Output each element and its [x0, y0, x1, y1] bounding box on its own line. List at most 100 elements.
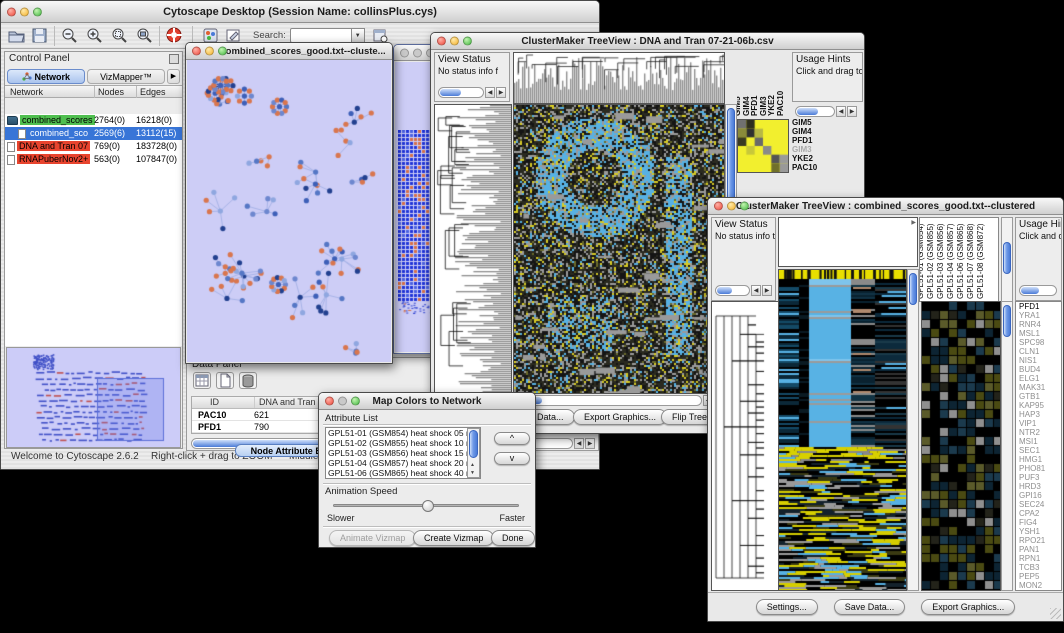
tv2-labels-vscrollbar[interactable] — [1001, 217, 1013, 302]
close-button[interactable] — [400, 48, 409, 57]
tv2-row-dendrogram[interactable] — [711, 301, 779, 591]
tab-overflow-button[interactable]: ▶ — [167, 69, 180, 84]
column-label[interactable]: GPL51-07 (GSM868) — [966, 223, 975, 299]
gene-label[interactable]: MSI1 — [1019, 437, 1061, 446]
col-network[interactable]: Network — [10, 86, 43, 98]
tv2-usage-scrollbar[interactable] — [1019, 285, 1057, 296]
attribute-item[interactable]: GPL51-02 (GSM855) heat shock 10 min — [326, 438, 480, 448]
export-graphics-button[interactable]: Export Graphics... — [573, 409, 667, 425]
tv2-heatmap-vscrollbar[interactable] — [907, 269, 919, 591]
search-dropdown-button[interactable]: ▼ — [352, 28, 365, 43]
save-data-button[interactable]: Save Data... — [834, 599, 906, 615]
resize-grip[interactable] — [1050, 608, 1061, 619]
gene-label[interactable]: YRA1 — [1019, 311, 1061, 320]
gene-label[interactable]: MSL1 — [1019, 329, 1061, 338]
zoom-fit-button[interactable] — [135, 26, 154, 45]
network-table-row[interactable]: combined_scores2764(0)16218(0) — [5, 114, 182, 127]
column-label[interactable]: GPL51-06 (GSM865) — [956, 223, 965, 299]
gene-label[interactable]: GIM3 — [792, 145, 836, 154]
gene-label[interactable]: GTB1 — [1019, 392, 1061, 401]
gene-label[interactable]: HMG1 — [1019, 455, 1061, 464]
attribute-list-scrollbar[interactable]: ▲ ▼ — [467, 428, 480, 478]
slider-thumb[interactable] — [422, 500, 434, 512]
create-vizmap-button[interactable]: Create Vizmap — [413, 530, 494, 546]
tv1-row-dendrogram[interactable] — [434, 104, 512, 394]
tv1-zoom-hscrollbar[interactable]: ◀▶ — [795, 106, 857, 117]
gene-label[interactable]: SPC98 — [1019, 338, 1061, 347]
gene-label[interactable]: PAN1 — [1019, 545, 1061, 554]
gene-label[interactable]: PFD1 — [1019, 302, 1061, 311]
column-label[interactable]: GPL51-02 (GSM855) — [926, 223, 935, 299]
tv2-column-dendrogram[interactable]: ▶ — [778, 217, 918, 267]
minimize-button[interactable] — [727, 202, 736, 211]
column-label[interactable]: GPL51-04 (GSM857) — [946, 223, 955, 299]
animation-speed-slider[interactable] — [333, 504, 519, 507]
gene-label[interactable]: PHO81 — [1019, 464, 1061, 473]
network-graph-canvas[interactable] — [187, 60, 391, 362]
gene-label[interactable]: PUF3 — [1019, 473, 1061, 482]
close-button[interactable] — [714, 202, 723, 211]
gene-label[interactable]: SEC1 — [1019, 446, 1061, 455]
search-input[interactable] — [290, 28, 352, 43]
minimize-button[interactable] — [205, 47, 214, 56]
zoom-button[interactable] — [218, 47, 227, 56]
network-table-row[interactable]: DNA and Tran 07769(0)183728(0) — [5, 140, 182, 153]
scroll-up-icon[interactable]: ▲ — [470, 462, 475, 468]
col-id[interactable]: ID — [210, 397, 219, 408]
scroll-right-icon[interactable]: ▶ — [585, 438, 595, 449]
network-table-row[interactable]: RNAPuberNov2+563(0)107847(0) — [5, 153, 182, 166]
col-edges[interactable]: Edges — [136, 86, 166, 98]
gene-label[interactable]: RPN1 — [1019, 554, 1061, 563]
gene-label[interactable]: MON2 — [1019, 581, 1061, 590]
network-overview-panel[interactable] — [6, 347, 181, 448]
gene-label[interactable]: RPO21 — [1019, 536, 1061, 545]
scroll-left-icon[interactable]: ◀ — [574, 438, 584, 449]
column-label[interactable]: GPL51-03 (GSM856) — [936, 223, 945, 299]
gene-label[interactable]: GPI16 — [1019, 491, 1061, 500]
tv1-status-scrollbar[interactable]: ◀▶ — [438, 87, 506, 98]
network-graph-view[interactable] — [187, 60, 391, 362]
gene-label[interactable]: YSH1 — [1019, 527, 1061, 536]
gene-label[interactable]: NIS1 — [1019, 356, 1061, 365]
gene-label[interactable]: VIP1 — [1019, 419, 1061, 428]
zoom-in-button[interactable] — [85, 26, 104, 45]
gene-label[interactable]: ELG1 — [1019, 374, 1061, 383]
tab-vizmapper[interactable]: VizMapper™ — [87, 69, 165, 84]
scroll-arrow-icon[interactable]: ▶ — [911, 219, 916, 226]
column-label[interactable]: PAC10 — [776, 91, 785, 116]
gene-label[interactable]: PFD1 — [792, 136, 836, 145]
gene-label[interactable]: GIM5 — [792, 118, 836, 127]
zoom-selected-button[interactable] — [110, 26, 129, 45]
float-panel-icon[interactable] — [169, 54, 179, 64]
gene-label[interactable]: HRD3 — [1019, 482, 1061, 491]
tv1-heatmap[interactable] — [513, 104, 725, 394]
select-attributes-icon[interactable] — [193, 372, 211, 389]
col-nodes[interactable]: Nodes — [94, 86, 124, 98]
minimize-button[interactable] — [338, 397, 347, 406]
tv2-zoom-vscrollbar[interactable] — [1001, 301, 1013, 591]
column-label[interactable]: GPL51-01 (GSM854) — [919, 223, 925, 299]
column-label[interactable]: PFD1 — [750, 96, 759, 116]
network-table-row[interactable]: combined_sco2569(6)13112(15) — [5, 127, 182, 140]
tv2-titlebar[interactable]: ClusterMaker TreeView : combined_scores_… — [708, 198, 1063, 215]
move-down-button[interactable]: v — [494, 452, 530, 465]
close-button[interactable] — [325, 397, 334, 406]
gene-label[interactable]: BUD4 — [1019, 365, 1061, 374]
gene-label[interactable]: FIG4 — [1019, 518, 1061, 527]
animate-vizmap-button[interactable]: Animate Vizmap — [329, 530, 416, 546]
zoom-button[interactable] — [463, 37, 472, 46]
network-overview-canvas[interactable] — [7, 348, 180, 447]
help-lifesaver-icon[interactable] — [165, 26, 184, 45]
tv2-status-scrollbar[interactable]: ◀▶ — [715, 285, 772, 296]
gene-label[interactable]: SEC24 — [1019, 500, 1061, 509]
gene-label[interactable]: KAP95 — [1019, 401, 1061, 410]
tab-network[interactable]: Network — [7, 69, 85, 84]
delete-attribute-icon[interactable] — [239, 372, 257, 389]
column-label[interactable]: GPL51-08 (GSM872) — [976, 223, 985, 299]
gene-label[interactable]: YKE2 — [792, 154, 836, 163]
gene-label[interactable]: RNR4 — [1019, 320, 1061, 329]
minimize-button[interactable] — [20, 7, 29, 16]
dialog-titlebar[interactable]: Map Colors to Network — [319, 393, 535, 410]
export-graphics-button[interactable]: Export Graphics... — [921, 599, 1015, 615]
tv1-column-dendrogram[interactable] — [513, 52, 725, 104]
